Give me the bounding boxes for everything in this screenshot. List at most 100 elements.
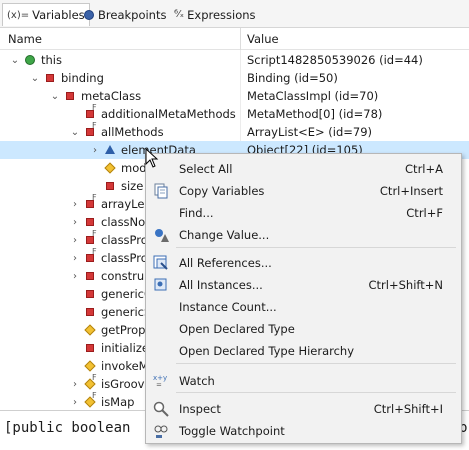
expand-chevron-icon[interactable]: › — [68, 235, 82, 246]
expand-chevron-icon[interactable]: › — [88, 145, 102, 156]
tab-breakpoints[interactable]: Breakpoints — [80, 3, 170, 26]
variable-name: this — [41, 53, 62, 67]
private-field-icon — [42, 69, 58, 87]
tree-row-name-cell: › FclassPro — [68, 247, 148, 267]
tree-row-name-cell: ›invokeM — [68, 357, 149, 375]
tree-row-name-cell: ⌄ binding — [28, 69, 104, 87]
tab-variables[interactable]: (x)= Variables — [2, 3, 90, 26]
variable-name: genericS — [101, 305, 152, 319]
private-field-icon — [82, 303, 98, 321]
variable-name: allMethods — [101, 125, 164, 139]
menu-item-watch[interactable]: x+y = Watch — [146, 370, 461, 391]
breakpoint-icon — [84, 9, 94, 20]
menu-item-instance-count[interactable]: Instance Count... — [146, 296, 461, 317]
menu-item-shortcut: Ctrl+Insert — [379, 184, 443, 198]
menu-item-open-declared-type-hierarchy[interactable]: Open Declared Type Hierarchy — [146, 340, 461, 361]
mouse-cursor-icon — [145, 148, 159, 168]
menu-item-label: Copy Variables — [179, 184, 265, 198]
tab-variables-label: Variables — [32, 8, 85, 22]
menu-item-shortcut: Ctrl+F — [406, 206, 443, 220]
expand-chevron-icon[interactable]: › — [68, 199, 82, 210]
variable-name: additionalMetaMethods — [101, 107, 236, 121]
menu-item-copy-variables[interactable]: Copy Variables Ctrl+Insert — [146, 180, 461, 201]
detail-text: [public boolean — [4, 420, 131, 436]
tree-row-name-cell: ›initialize — [68, 339, 149, 357]
tree-row[interactable]: ⌄ metaClass MetaClassImpl (id=70) — [0, 87, 469, 105]
variable-name: binding — [61, 71, 104, 85]
expand-chevron-icon[interactable]: › — [68, 217, 82, 228]
menu-separator — [176, 363, 456, 364]
private-field-icon — [102, 177, 118, 195]
menu-item-change-value[interactable]: Change Value... — [146, 224, 461, 245]
column-divider[interactable] — [240, 28, 241, 50]
variable-name: metaClass — [81, 89, 142, 103]
menu-item-find[interactable]: Find... Ctrl+F — [146, 202, 461, 223]
menu-item-label: Open Declared Type Hierarchy — [179, 344, 355, 358]
private-final-field-icon: F — [82, 247, 98, 267]
private-final-field-icon: F — [82, 121, 98, 141]
tree-row-name-cell: › FarrayLen — [68, 193, 152, 213]
collapse-chevron-icon[interactable]: ⌄ — [28, 73, 42, 84]
menu-item-all-references[interactable]: All References... — [146, 252, 461, 273]
tree-row-name-cell: ⌄ FallMethods — [68, 121, 164, 141]
menu-item-open-declared-type[interactable]: Open Declared Type — [146, 318, 461, 339]
menu-item-label: Change Value... — [179, 228, 270, 242]
menu-separator — [176, 247, 456, 248]
private-field-icon — [82, 267, 98, 285]
expand-chevron-icon[interactable]: › — [68, 271, 82, 282]
variable-value: MetaClassImpl (id=70) — [247, 89, 379, 103]
column-header-value[interactable]: Value — [247, 32, 279, 46]
tree-row[interactable]: ⌄ binding Binding (id=50) — [0, 69, 469, 87]
tree-row-name-cell: ›mod — [88, 159, 147, 177]
tree-row-name-cell: ›genericC — [68, 285, 152, 303]
context-menu: Select All Ctrl+A Copy Variables Ctrl+Inser… — [145, 153, 462, 444]
private-field-icon — [62, 87, 78, 105]
protected-field-icon — [102, 159, 118, 177]
menu-item-toggle-watchpoint[interactable]: Toggle Watchpoint — [146, 420, 461, 441]
collapse-chevron-icon[interactable]: ⌄ — [8, 55, 22, 66]
tree-row-name-cell: › classNod — [68, 213, 153, 231]
expand-chevron-icon[interactable]: › — [68, 397, 82, 408]
menu-item-all-instances[interactable]: All Instances... Ctrl+Shift+N — [146, 274, 461, 295]
instances-icon — [153, 277, 169, 293]
copy-icon — [153, 183, 169, 199]
tree-row-name-cell: ›genericS — [68, 303, 151, 321]
protected-field-icon — [82, 321, 98, 339]
menu-item-label: All Instances... — [179, 278, 263, 292]
variable-name: isMap — [101, 395, 135, 409]
svg-text:=: = — [156, 381, 162, 389]
menu-item-label: All References... — [179, 256, 272, 270]
variable-name: classPro — [101, 251, 148, 265]
tree-row-name-cell: › FclassPro — [68, 229, 148, 249]
references-icon — [153, 255, 169, 271]
menu-item-label: Watch — [179, 374, 215, 388]
menu-item-label: Inspect — [179, 402, 221, 416]
collapse-chevron-icon[interactable]: ⌄ — [68, 127, 82, 138]
tree-row-name-cell: ⌄ this — [8, 51, 62, 69]
menu-item-select-all[interactable]: Select All Ctrl+A — [146, 158, 461, 179]
tree-row[interactable]: ›FadditionalMetaMethodsMetaMethod[0] (id… — [0, 103, 469, 123]
tree-row-name-cell: › FisGroovy — [68, 373, 152, 393]
menu-item-inspect[interactable]: Inspect Ctrl+Shift+I — [146, 398, 461, 419]
collapse-chevron-icon[interactable]: ⌄ — [48, 91, 62, 102]
variable-value: Binding (id=50) — [247, 71, 338, 85]
private-field-icon — [82, 285, 98, 303]
tab-breakpoints-label: Breakpoints — [98, 7, 167, 22]
variable-name: getProp — [101, 323, 146, 337]
variable-name: initialize — [101, 341, 149, 355]
column-header-name[interactable]: Name — [8, 32, 42, 46]
variable-name: invokeM — [101, 359, 149, 373]
tab-expressions[interactable]: ⁶⁄ₓ Expressions — [170, 3, 260, 26]
variable-name: size — [121, 179, 144, 193]
expand-chevron-icon[interactable]: › — [68, 253, 82, 264]
private-final-field-icon: F — [82, 193, 98, 213]
column-header: Name Value — [0, 28, 469, 50]
tree-row[interactable]: ⌄ FallMethods ArrayList<E> (id=79) — [0, 121, 469, 141]
variable-name: isGroovy — [101, 377, 152, 391]
tree-row[interactable]: ⌄ this Script1482850539026 (id=44) — [0, 51, 469, 69]
variable-value: ArrayList<E> (id=79) — [247, 125, 373, 139]
menu-item-shortcut: Ctrl+A — [405, 162, 443, 176]
expand-chevron-icon[interactable]: › — [68, 379, 82, 390]
tree-row-name-cell: › FisMap — [68, 391, 135, 410]
inspect-icon — [153, 401, 169, 417]
